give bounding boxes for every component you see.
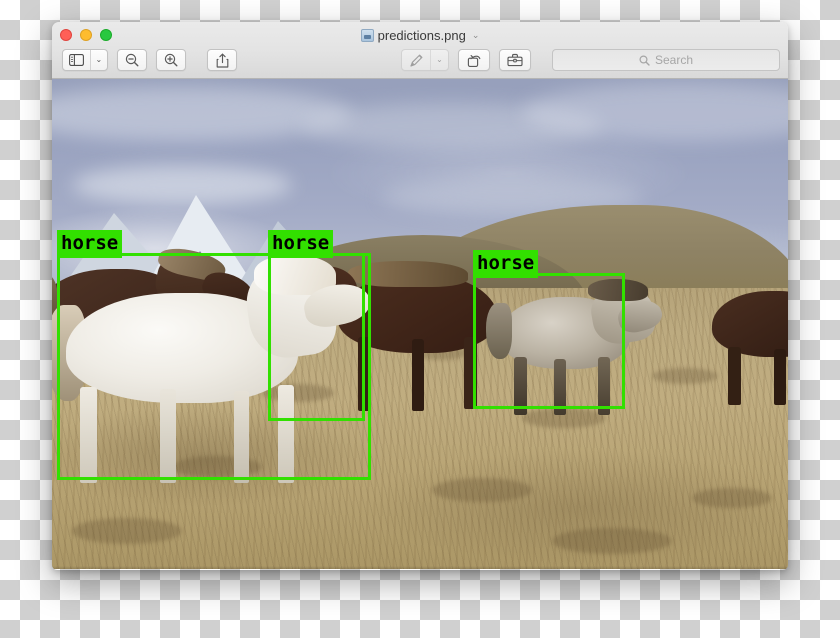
search-placeholder: Search xyxy=(654,53,694,67)
detection-box xyxy=(268,253,365,421)
markup-toolkit-button[interactable] xyxy=(499,49,531,71)
magnifier-plus-icon xyxy=(164,53,178,67)
markup-button[interactable]: ⌄ xyxy=(401,49,449,71)
image-file-icon xyxy=(360,28,374,42)
maximize-button[interactable] xyxy=(100,29,112,41)
window-title: predictions.png ⌄ xyxy=(52,26,788,44)
image-bottom-shade xyxy=(52,566,788,569)
sidebar-icon xyxy=(63,50,90,70)
toolbar: ⌄ ⌄ Search xyxy=(52,45,788,75)
toolbar-right-group: ⌄ Search xyxy=(401,49,780,71)
pen-icon xyxy=(402,50,430,70)
sidebar-chevron-down-icon[interactable]: ⌄ xyxy=(89,50,107,70)
briefcase-icon xyxy=(507,53,523,67)
markup-chevron-down-icon[interactable]: ⌄ xyxy=(430,50,448,70)
detection-label: horse xyxy=(473,250,539,278)
preview-window: predictions.png ⌄ ⌄ ⌄ Search horse horse… xyxy=(52,22,788,570)
rotate-button[interactable] xyxy=(458,49,490,71)
search-input[interactable]: Search xyxy=(552,49,780,71)
window-title-text: predictions.png xyxy=(377,27,466,43)
chevron-down-icon[interactable]: ⌄ xyxy=(472,30,480,41)
minimize-button[interactable] xyxy=(80,29,92,41)
share-icon xyxy=(216,53,229,68)
traffic-lights xyxy=(60,29,112,41)
detection-label: horse xyxy=(57,230,123,258)
search-icon xyxy=(639,54,650,66)
rotate-icon xyxy=(467,53,482,68)
close-button[interactable] xyxy=(60,29,72,41)
sidebar-button[interactable]: ⌄ xyxy=(62,49,108,71)
image-canvas[interactable]: horse horse horse xyxy=(52,79,788,569)
detection-box xyxy=(473,273,625,409)
magnifier-minus-icon xyxy=(125,53,139,67)
window-chrome: predictions.png ⌄ ⌄ ⌄ Search xyxy=(52,22,788,79)
zoom-in-button[interactable] xyxy=(156,49,186,71)
zoom-out-button[interactable] xyxy=(117,49,147,71)
share-button[interactable] xyxy=(207,49,237,71)
toolbar-left-group: ⌄ xyxy=(62,49,237,71)
detection-label: horse xyxy=(268,230,334,258)
